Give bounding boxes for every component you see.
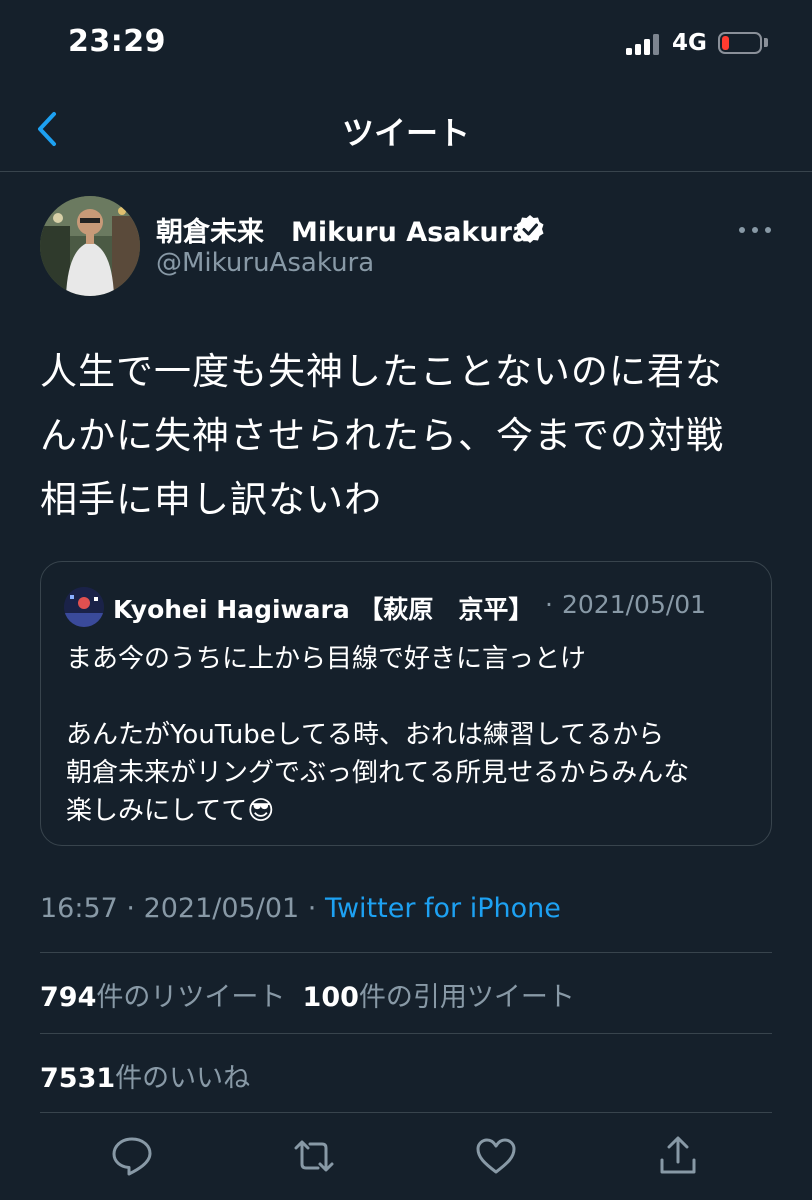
quotes-label: 件の引用ツイート bbox=[358, 982, 575, 1013]
header-divider bbox=[0, 171, 812, 172]
quoted-tweet-text: まあ今のうちに上から目線で好きに言っとけ あんたがYouTubeしてる時、おれは… bbox=[66, 644, 690, 826]
like-icon[interactable] bbox=[474, 1134, 518, 1178]
tweet-text-line: んかに失神させられたら、今までの対戦 bbox=[40, 414, 724, 457]
quoted-tweet-date: 2021/05/01 bbox=[562, 590, 707, 619]
quotes-stat[interactable]: 100件の引用ツイート bbox=[303, 982, 575, 1013]
author-handle[interactable]: @MikuruAsakura bbox=[156, 248, 374, 278]
tweet-text: 人生で一度も失神したことないのに君な んかに失神させられたら、今までの対戦 相手… bbox=[40, 340, 780, 532]
engagement-stats: 794件のリツイート 100件の引用ツイート bbox=[40, 975, 575, 1014]
more-options-icon[interactable] bbox=[738, 222, 772, 236]
divider bbox=[40, 1112, 772, 1113]
battery-icon bbox=[718, 32, 762, 54]
battery-cap bbox=[764, 38, 768, 47]
likes-count: 7531 bbox=[40, 1063, 116, 1094]
status-time: 23:29 bbox=[68, 24, 166, 59]
quoted-author-name: Kyohei Hagiwara 【萩原 京平】 bbox=[113, 595, 534, 624]
quoted-author-avatar bbox=[64, 587, 104, 627]
tweet-text-line: 人生で一度も失神したことないのに君な bbox=[40, 350, 723, 393]
tweet-date: 2021/05/01 bbox=[143, 893, 300, 924]
retweets-label: 件のリツイート bbox=[96, 982, 286, 1013]
verified-badge-icon bbox=[514, 213, 546, 245]
tweet-source-link[interactable]: Twitter for iPhone bbox=[325, 893, 561, 924]
network-type: 4G bbox=[672, 30, 707, 56]
tweet-timestamp: 16:57 · 2021/05/01 · Twitter for iPhone bbox=[40, 893, 561, 924]
author-avatar[interactable] bbox=[40, 196, 140, 296]
tweet-text-line: 相手に申し訳ないわ bbox=[40, 478, 382, 521]
divider bbox=[40, 1033, 772, 1034]
page-title: ツイート bbox=[341, 114, 470, 152]
likes-stat[interactable]: 7531件のいいね bbox=[40, 1056, 250, 1095]
share-icon[interactable] bbox=[656, 1134, 700, 1178]
cellular-signal-icon bbox=[626, 33, 662, 55]
author-name[interactable]: 朝倉未来 Mikuru Asakura bbox=[156, 210, 530, 249]
reply-icon[interactable] bbox=[110, 1134, 154, 1178]
quotes-count: 100 bbox=[302, 982, 359, 1013]
tweet-time: 16:57 bbox=[40, 893, 118, 924]
retweets-stat[interactable]: 794件のリツイート bbox=[40, 982, 285, 1013]
divider bbox=[40, 952, 772, 953]
battery-level bbox=[722, 36, 729, 50]
separator-dot: · bbox=[545, 590, 553, 619]
likes-label: 件のいいね bbox=[115, 1063, 251, 1094]
retweets-count: 794 bbox=[40, 982, 97, 1013]
retweet-icon[interactable] bbox=[292, 1134, 336, 1178]
